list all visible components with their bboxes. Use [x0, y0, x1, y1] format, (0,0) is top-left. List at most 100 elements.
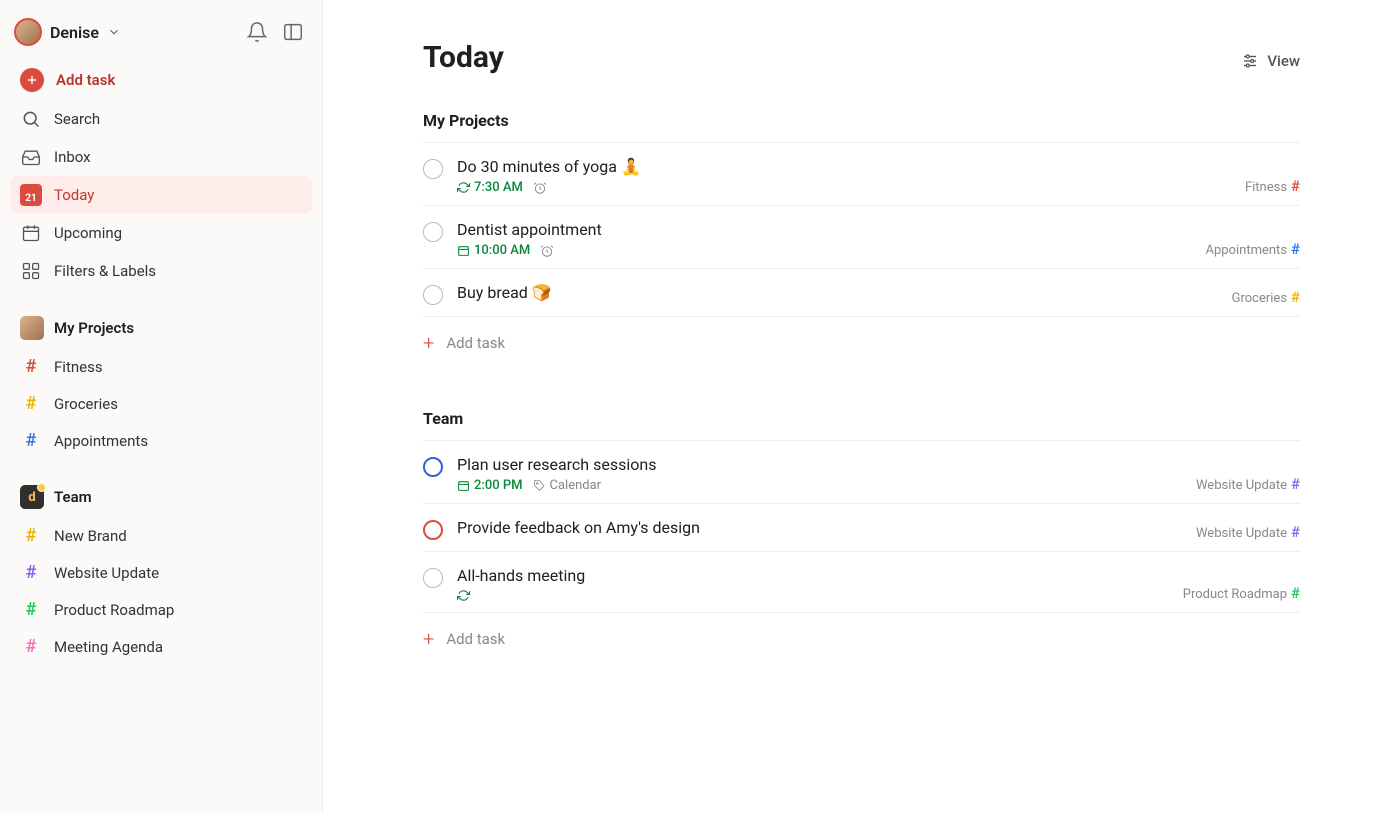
reminder-icon: [540, 244, 554, 258]
group-title: My Projects: [423, 111, 1300, 143]
hash-icon: #: [20, 562, 42, 583]
sidebar-section-my-projects[interactable]: My Projects: [10, 308, 312, 348]
project-item[interactable]: #Meeting Agenda: [10, 628, 312, 665]
project-item[interactable]: # Appointments: [10, 422, 312, 459]
hash-icon: #: [1291, 475, 1300, 493]
add-task-inline[interactable]: + Add task: [423, 317, 1300, 369]
nav-label: Search: [54, 110, 100, 128]
project-name: Fitness: [1245, 180, 1287, 195]
task-project-link[interactable]: Fitness #: [1245, 177, 1300, 195]
project-item[interactable]: # Fitness: [10, 348, 312, 385]
add-task-label: Add task: [446, 334, 505, 352]
task-project-link[interactable]: Groceries #: [1232, 288, 1300, 306]
workspace-avatar: [20, 316, 44, 340]
project-label: Fitness: [54, 358, 103, 376]
view-label: View: [1267, 52, 1300, 70]
main-content: View Today My Projects Do 30 minutes of …: [323, 0, 1400, 813]
task-time: 7:30 AM: [457, 180, 523, 195]
nav-label: Today: [54, 186, 94, 204]
nav-today[interactable]: 21 Today: [10, 176, 312, 214]
user-menu[interactable]: Denise: [14, 18, 121, 46]
project-label: Appointments: [54, 432, 148, 450]
chevron-down-icon: [107, 25, 121, 39]
task-title: Buy bread 🍞: [457, 283, 1218, 302]
project-label: Product Roadmap: [54, 601, 174, 619]
plus-icon: [20, 68, 44, 92]
hash-icon: #: [20, 430, 42, 451]
task-row[interactable]: Buy bread 🍞 Groceries #: [423, 269, 1300, 317]
task-group: Team Plan user research sessions 2:00 PM…: [423, 409, 1300, 665]
team-avatar: d: [20, 485, 44, 509]
plus-icon: +: [423, 627, 434, 651]
nav-filters[interactable]: Filters & Labels: [10, 252, 312, 290]
hash-icon: #: [1291, 523, 1300, 541]
sliders-icon: [1241, 52, 1259, 70]
project-label: New Brand: [54, 527, 127, 545]
task-checkbox[interactable]: [423, 285, 443, 305]
section-label: My Projects: [54, 319, 134, 337]
nav-inbox[interactable]: Inbox: [10, 138, 312, 176]
sidebar-icon: [282, 21, 304, 43]
task-project-link[interactable]: Appointments #: [1206, 240, 1301, 258]
task-checkbox[interactable]: [423, 222, 443, 242]
task-time: 10:00 AM: [457, 243, 530, 258]
task-group: My Projects Do 30 minutes of yoga 🧘 7:30…: [423, 111, 1300, 369]
calendar-today-icon: 21: [20, 184, 42, 206]
task-row[interactable]: Plan user research sessions 2:00 PMCalen…: [423, 441, 1300, 504]
hash-icon: #: [20, 393, 42, 414]
add-task-inline[interactable]: +Add task: [423, 613, 1300, 665]
avatar: [14, 18, 42, 46]
project-item[interactable]: # Groceries: [10, 385, 312, 422]
task-row[interactable]: Provide feedback on Amy's design Website…: [423, 504, 1300, 552]
nav-label: Inbox: [54, 148, 91, 166]
search-icon: [20, 108, 42, 130]
nav-search[interactable]: Search: [10, 100, 312, 138]
task-project-link[interactable]: Website Update #: [1196, 475, 1300, 493]
task-checkbox[interactable]: [423, 457, 443, 477]
task-title: Plan user research sessions: [457, 455, 1182, 474]
task-row[interactable]: Dentist appointment 10:00 AM Appointment…: [423, 206, 1300, 269]
toggle-sidebar-button[interactable]: [282, 21, 304, 43]
reminder-icon: [533, 181, 547, 195]
project-label: Website Update: [54, 564, 159, 582]
task-checkbox[interactable]: [423, 568, 443, 588]
task-project-link[interactable]: Website Update #: [1196, 523, 1300, 541]
project-label: Groceries: [54, 395, 118, 413]
hash-icon: #: [1291, 288, 1300, 306]
sidebar-section-team[interactable]: d Team: [10, 477, 312, 517]
inbox-icon: [20, 146, 42, 168]
task-checkbox[interactable]: [423, 159, 443, 179]
nav-label: Upcoming: [54, 224, 122, 242]
bell-icon: [246, 21, 268, 43]
task-project-link[interactable]: Product Roadmap #: [1183, 584, 1300, 602]
task-row[interactable]: Do 30 minutes of yoga 🧘 7:30 AM Fitness …: [423, 143, 1300, 206]
plus-icon: +: [423, 331, 434, 355]
user-name: Denise: [50, 23, 99, 42]
task-row[interactable]: All-hands meeting Product Roadmap #: [423, 552, 1300, 613]
calendar-date: 21: [20, 184, 42, 206]
project-name: Groceries: [1232, 291, 1287, 306]
project-name: Website Update: [1196, 478, 1287, 493]
hash-icon: #: [1291, 584, 1300, 602]
task-label: Calendar: [533, 478, 602, 493]
nav-upcoming[interactable]: Upcoming: [10, 214, 312, 252]
sidebar: Denise Add task Search Inbox 2: [0, 0, 323, 813]
project-name: Product Roadmap: [1183, 587, 1287, 602]
project-name: Appointments: [1206, 243, 1288, 258]
hash-icon: #: [20, 636, 42, 657]
grid-icon: [20, 260, 42, 282]
task-title: All-hands meeting: [457, 566, 1169, 585]
project-item[interactable]: # Website Update: [10, 554, 312, 591]
hash-icon: #: [20, 599, 42, 620]
project-item[interactable]: #New Brand: [10, 517, 312, 554]
task-title: Do 30 minutes of yoga 🧘: [457, 157, 1231, 176]
project-name: Website Update: [1196, 526, 1287, 541]
hash-icon: #: [20, 356, 42, 377]
notifications-button[interactable]: [246, 21, 268, 43]
page-title: Today: [423, 40, 1300, 75]
task-checkbox[interactable]: [423, 520, 443, 540]
recurring-icon: [457, 589, 470, 602]
project-item[interactable]: # Product Roadmap: [10, 591, 312, 628]
view-button[interactable]: View: [1241, 52, 1300, 70]
add-task-button[interactable]: Add task: [10, 60, 312, 100]
